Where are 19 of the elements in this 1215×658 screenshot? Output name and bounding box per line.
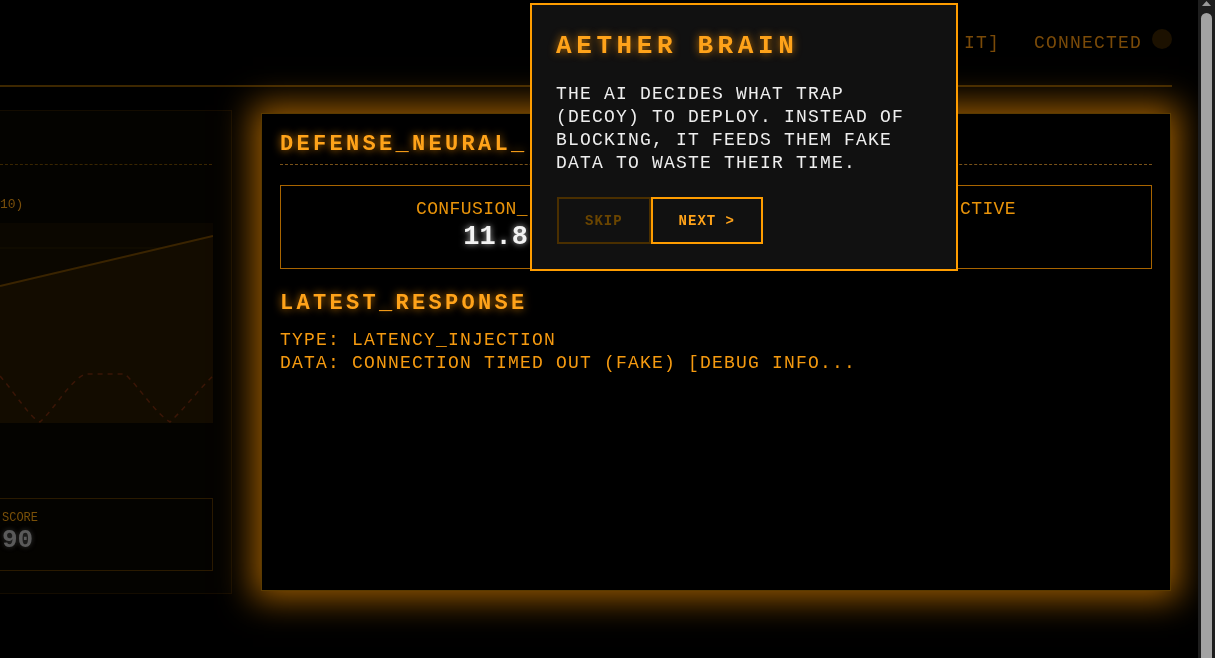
chart-caption: 10) [0, 196, 24, 214]
status-dot-icon [1152, 28, 1172, 49]
score-label: SCORE [2, 511, 38, 525]
response-line: TYPE: LATENCY_INJECTION [280, 329, 557, 352]
scrollbar[interactable] [1198, 0, 1215, 658]
stat-value: 11.8 [463, 221, 528, 254]
stat-label: CONFUSION_ [415, 198, 528, 220]
panel-title: DEFENSE_NEURAL_ [280, 132, 528, 158]
response-line: DATA: CONNECTION TIMED OUT (FAKE) [DEBUG INFO... [280, 352, 857, 375]
popup-text: THE AI DECIDES WHAT TRAP (DECOY) TO DEPLOY. INSTEAD OF BLOCKING, IT FEEDS THEM FAKE DATA TO WASTE THEIR TIME. [556, 83, 906, 175]
header-link[interactable]: IT] [963, 32, 1000, 53]
connection-status: CONNECTED [1033, 32, 1142, 53]
scroll-up-arrow-icon[interactable] [1202, 1, 1211, 6]
next-button[interactable]: NEXT > [650, 197, 764, 244]
section-title: LATEST_RESPONSE [280, 292, 528, 316]
popup-title: AETHER BRAIN [556, 31, 799, 61]
score-value: 90 [2, 525, 34, 555]
stat-label: CTIVE [960, 198, 1016, 220]
scrollbar-thumb[interactable] [1201, 13, 1212, 658]
